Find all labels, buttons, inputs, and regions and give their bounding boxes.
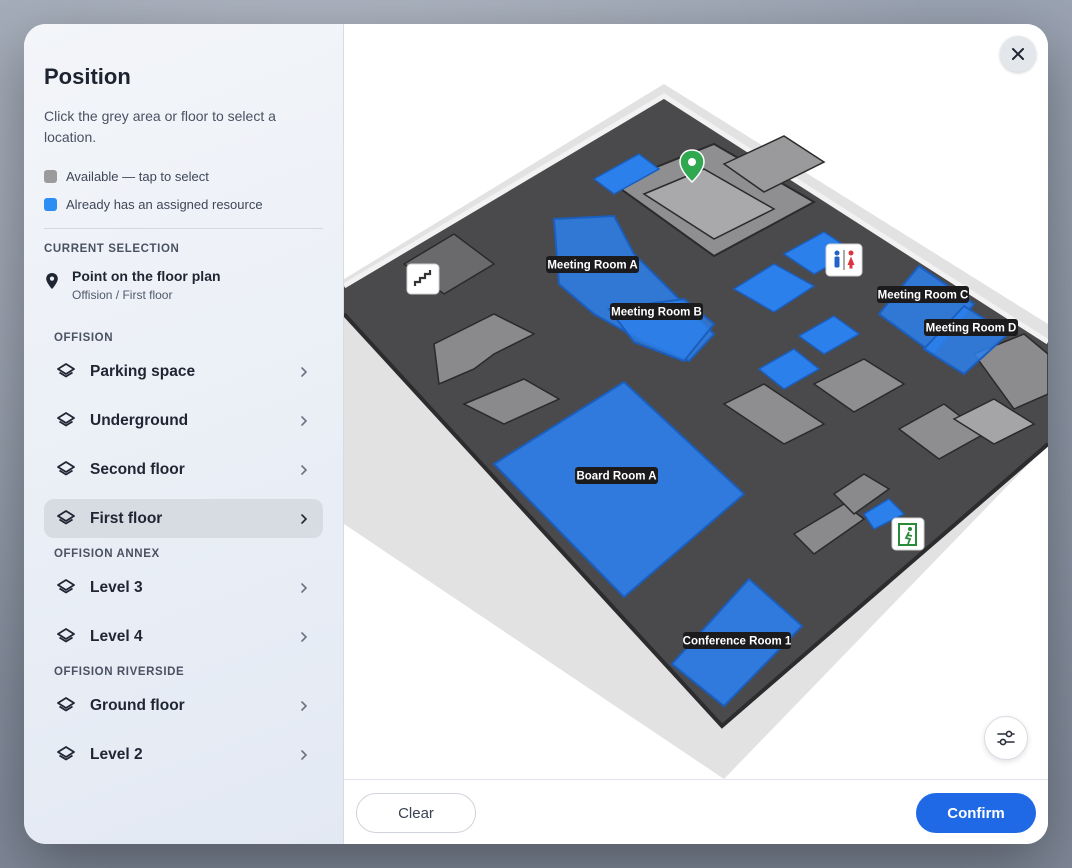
label-meeting-room-d: Meeting Room D (924, 319, 1018, 336)
label-conference-room-1: Conference Room 1 (683, 632, 792, 649)
svg-text:Meeting Room B: Meeting Room B (611, 307, 702, 319)
restroom-icon (825, 243, 863, 277)
svg-text:Meeting Room A: Meeting Room A (547, 260, 637, 272)
selection-title: Point on the floor plan (72, 268, 221, 284)
layers-icon (57, 509, 75, 524)
instructions: Click the grey area or floor to select a… (44, 108, 276, 145)
floor-item-second-floor[interactable]: Second floor (44, 450, 323, 489)
label-meeting-room-a: Meeting Room A (546, 256, 639, 273)
building-heading-offision-riverside: OFFISION RIVERSIDE (54, 666, 185, 678)
layers-icon (57, 578, 75, 593)
floor-label: Ground floor (90, 696, 185, 714)
floor-plan-map[interactable]: Meeting Room A Meeting Room B Meeting Ro… (344, 24, 1048, 779)
floor-item-ground-floor[interactable]: Ground floor (44, 686, 323, 725)
layers-icon (57, 460, 75, 475)
building-heading-offision-annex: OFFISION ANNEX (54, 548, 160, 560)
chevron-right-icon (301, 631, 308, 642)
sliders-icon (997, 730, 1015, 746)
svg-text:Meeting Room C: Meeting Room C (878, 290, 969, 302)
floor-item-underground[interactable]: Underground (44, 401, 323, 440)
chevron-right-icon (301, 415, 308, 426)
position-dialog: Position Click the grey area or floor to… (24, 24, 1048, 844)
legend-available-label: Available — tap to select (66, 168, 209, 184)
floor-item-level-4[interactable]: Level 4 (44, 617, 323, 656)
floor-item-first-floor[interactable]: First floor (44, 499, 323, 538)
emergency-exit-icon (891, 517, 925, 551)
chevron-right-icon (301, 513, 308, 524)
svg-text:Conference Room 1: Conference Room 1 (683, 636, 792, 648)
layers-icon (57, 362, 75, 377)
current-selection-heading: CURRENT SELECTION (44, 243, 180, 255)
floor-label: Parking space (90, 362, 196, 380)
legend-available: Available — tap to select (44, 162, 323, 190)
grey-swatch-icon (44, 169, 57, 183)
sidebar: Position Click the grey area or floor to… (24, 24, 344, 844)
chevron-right-icon (301, 700, 308, 711)
floor-item-parking-space[interactable]: Parking space (44, 352, 323, 391)
layers-icon (57, 411, 75, 426)
legend-assigned-label: Already has an assigned resource (66, 196, 263, 212)
building-heading-offision: OFFISION (54, 332, 114, 344)
blue-swatch-icon (44, 197, 57, 211)
label-meeting-room-b: Meeting Room B (610, 303, 703, 320)
chevron-right-icon (301, 749, 308, 760)
floor-label: Level 4 (90, 627, 143, 645)
current-selection: Point on the floor plan Offision / First… (44, 268, 323, 302)
stairs-icon (406, 263, 440, 295)
dialog-footer: Clear Confirm (344, 779, 1048, 844)
legend-assigned: Already has an assigned resource (44, 190, 323, 218)
map-panel: Meeting Room A Meeting Room B Meeting Ro… (344, 24, 1048, 844)
svg-text:Meeting Room D: Meeting Room D (926, 323, 1017, 335)
location-pin-icon (46, 273, 58, 289)
layers-icon (57, 745, 75, 760)
floor-item-level-2[interactable]: Level 2 (44, 735, 323, 774)
floor-item-level-3[interactable]: Level 3 (44, 568, 323, 607)
divider (44, 228, 323, 229)
layers-icon (57, 627, 75, 642)
clear-button[interactable]: Clear (356, 793, 476, 833)
floor-label: Underground (90, 411, 189, 429)
floor-label: Second floor (90, 460, 185, 478)
chevron-right-icon (301, 464, 308, 475)
label-board-room-a: Board Room A (575, 467, 658, 484)
close-icon (1012, 48, 1024, 60)
layers-icon (57, 696, 75, 711)
dialog-title: Position (44, 64, 131, 89)
label-meeting-room-c: Meeting Room C (877, 286, 969, 303)
chevron-right-icon (301, 366, 308, 377)
selection-subtitle: Offision / First floor (72, 288, 173, 302)
floor-label: Level 2 (90, 745, 143, 763)
svg-text:Board Room A: Board Room A (576, 471, 656, 483)
close-button[interactable] (1000, 36, 1036, 72)
confirm-button[interactable]: Confirm (916, 793, 1036, 833)
floor-label: First floor (90, 509, 163, 527)
chevron-right-icon (301, 582, 308, 593)
floor-label: Level 3 (90, 578, 143, 596)
map-settings-button[interactable] (984, 716, 1028, 760)
